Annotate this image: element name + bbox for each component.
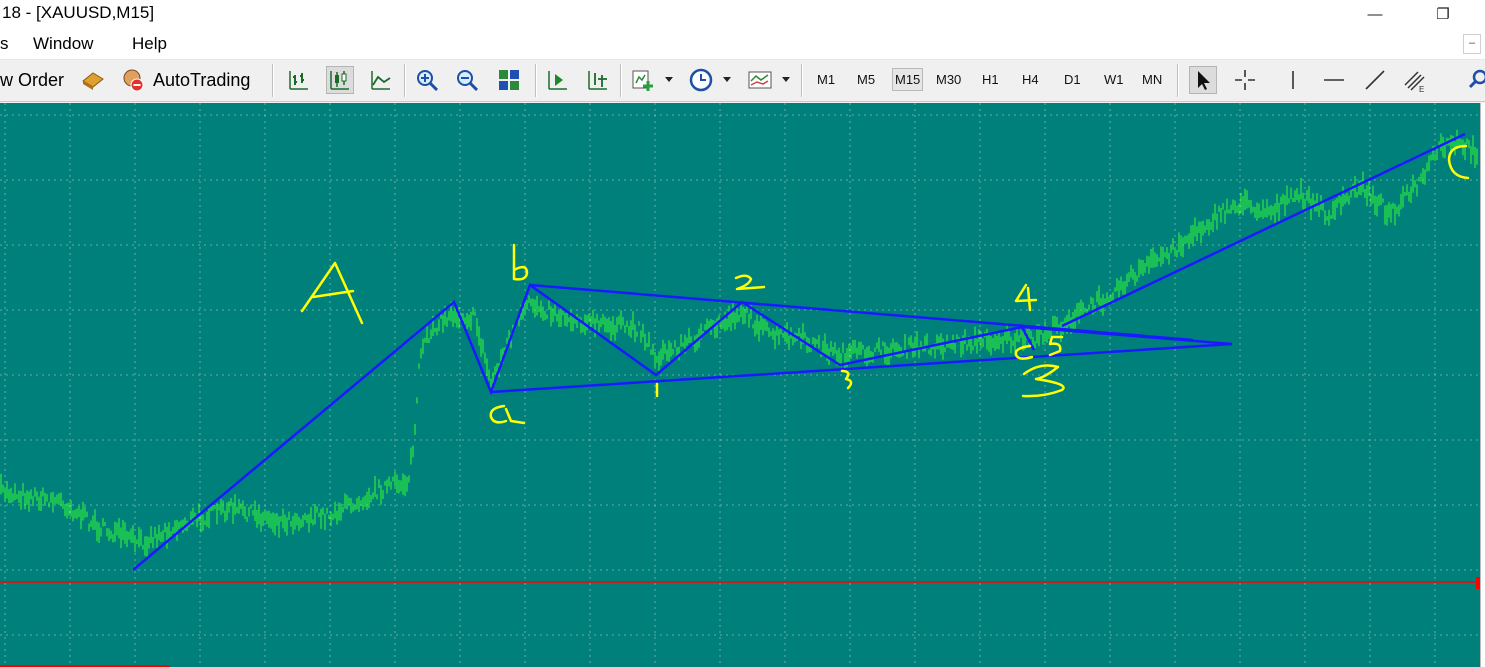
price-candles xyxy=(0,129,1478,558)
timeframe-w1[interactable]: W1 xyxy=(1104,72,1124,87)
handwritten-labels xyxy=(300,144,1470,425)
vertical-line-icon[interactable] xyxy=(1280,67,1306,93)
timeframe-m5[interactable]: M5 xyxy=(857,72,875,87)
toolbar-separator xyxy=(1177,64,1179,97)
toolbar-separator xyxy=(801,64,803,97)
mdi-minimize-button[interactable]: – xyxy=(1463,34,1481,54)
label-B xyxy=(1021,364,1065,398)
chart-right-edge xyxy=(1480,103,1485,667)
chevron-down-icon[interactable] xyxy=(665,77,673,82)
chart-shift-icon[interactable] xyxy=(545,67,571,93)
label-a xyxy=(489,404,526,425)
label-5 xyxy=(1048,335,1064,357)
tile-windows-icon[interactable] xyxy=(496,67,522,93)
restore-icon: ❐ xyxy=(1436,6,1450,23)
minimize-button[interactable]: — xyxy=(1352,0,1398,28)
autotrading-icon[interactable] xyxy=(119,67,145,93)
minimize-icon: — xyxy=(1367,5,1383,23)
window-title: 18 - [XAUUSD,M15] xyxy=(2,3,155,22)
trendline-extension xyxy=(1021,325,1233,346)
timeframe-h1[interactable]: H1 xyxy=(982,72,999,87)
chevron-down-icon[interactable] xyxy=(723,77,731,82)
zoom-in-icon[interactable] xyxy=(414,67,440,93)
restore-button[interactable]: ❐ xyxy=(1420,0,1466,28)
menu-window[interactable]: Window xyxy=(33,34,93,54)
title-bar: 18 - [XAUUSD,M15] — ❐ xyxy=(0,0,1485,28)
fibonacci-icon[interactable]: E xyxy=(1402,67,1428,93)
new-order-button[interactable]: w Order xyxy=(0,70,64,91)
timeframe-d1[interactable]: D1 xyxy=(1064,72,1081,87)
trendline-icon[interactable] xyxy=(1362,67,1388,93)
menu-help[interactable]: Help xyxy=(132,34,167,54)
templates-icon[interactable] xyxy=(747,67,773,93)
toolbar: w Order AutoTrading M1 M5 M15 M30 H1 H4 … xyxy=(0,60,1485,102)
periods-icon[interactable] xyxy=(688,67,714,93)
search-icon[interactable] xyxy=(1466,67,1485,93)
cursor-icon[interactable] xyxy=(1189,66,1217,94)
timeframe-m1[interactable]: M1 xyxy=(817,72,835,87)
metaeditor-icon[interactable] xyxy=(80,67,106,93)
label-b xyxy=(512,243,529,281)
timeframe-m15[interactable]: M15 xyxy=(892,68,924,91)
bar-chart-icon[interactable] xyxy=(286,67,312,93)
toolbar-separator xyxy=(535,64,537,97)
price-chart[interactable] xyxy=(0,103,1480,667)
candlestick-icon[interactable] xyxy=(326,66,354,94)
crosshair-icon[interactable] xyxy=(1232,67,1258,93)
label-2 xyxy=(734,274,766,291)
autoscroll-icon[interactable] xyxy=(585,67,611,93)
timeframe-mn[interactable]: MN xyxy=(1142,72,1162,87)
line-chart-icon[interactable] xyxy=(368,67,394,93)
toolbar-separator xyxy=(404,64,406,97)
timeframe-m30[interactable]: M30 xyxy=(936,72,961,87)
indicators-icon[interactable] xyxy=(630,67,656,93)
label-4 xyxy=(1014,283,1038,312)
timeframe-h4[interactable]: H4 xyxy=(1022,72,1039,87)
menu-bar: s Window Help – xyxy=(0,28,1485,60)
label-A xyxy=(300,261,364,325)
svg-text:E: E xyxy=(1419,85,1424,93)
chart-canvas[interactable] xyxy=(0,103,1480,667)
menu-tools-partial[interactable]: s xyxy=(0,34,9,54)
autotrading-button[interactable]: AutoTrading xyxy=(153,70,250,91)
toolbar-separator xyxy=(272,64,274,97)
toolbar-separator xyxy=(620,64,622,97)
chevron-down-icon[interactable] xyxy=(782,77,790,82)
breakout-trendline xyxy=(1061,132,1466,328)
zoom-out-icon[interactable] xyxy=(454,67,480,93)
horizontal-line-icon[interactable] xyxy=(1321,67,1347,93)
